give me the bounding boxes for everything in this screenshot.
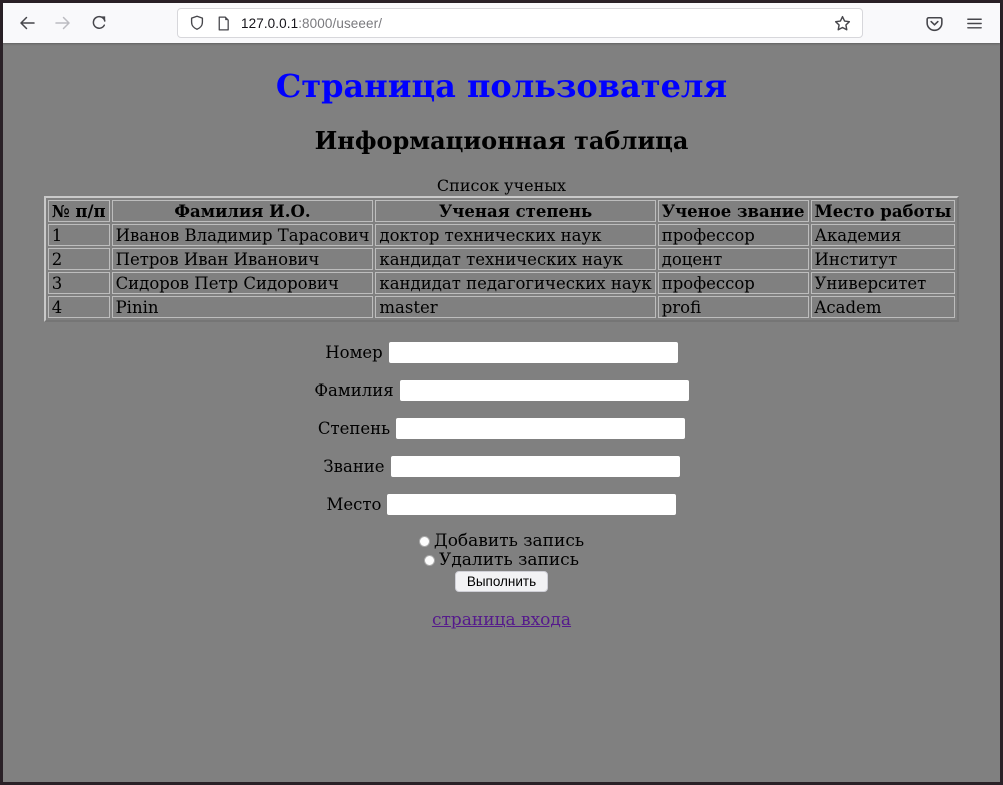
table-cell: Pinin (112, 296, 374, 318)
table-cell: Сидоров Петр Сидорович (112, 272, 374, 294)
column-header-title: Ученое звание (658, 200, 809, 222)
radio-add-record[interactable] (419, 536, 430, 547)
column-header-number: № п/п (48, 200, 110, 222)
column-header-surname: Фамилия И.О. (112, 200, 374, 222)
degree-field[interactable] (396, 418, 685, 439)
table-cell: master (375, 296, 655, 318)
table-cell: кандидат педагогических наук (375, 272, 655, 294)
shield-icon[interactable] (188, 14, 206, 32)
link-row: страница входа (3, 610, 1000, 630)
radio-delete-label: Удалить запись (439, 551, 579, 570)
table-cell: Университет (811, 272, 956, 294)
surname-field[interactable] (400, 380, 689, 401)
execute-button[interactable]: Выполнить (455, 571, 548, 592)
column-header-workplace: Место работы (811, 200, 956, 222)
table-cell: Академия (811, 224, 956, 246)
table-cell: кандидат технических наук (375, 248, 655, 270)
table-cell: профессор (658, 272, 809, 294)
page-viewport: Страница пользователя Информационная таб… (3, 43, 1000, 782)
form-row: Место (3, 494, 1000, 515)
table-cell: Academ (811, 296, 956, 318)
browser-window: 127.0.0.1:8000/useeer/ Страница пользова… (0, 0, 1003, 785)
record-form: Номер Фамилия Степень Звание Место (3, 342, 1000, 592)
number-label: Номер (325, 343, 382, 362)
page-title: Страница пользователя (3, 67, 1000, 105)
reload-icon (89, 13, 109, 33)
bookmark-button[interactable] (833, 14, 852, 33)
column-header-degree: Ученая степень (375, 200, 655, 222)
table-cell: Петров Иван Иванович (112, 248, 374, 270)
url-path: :8000/useeer/ (298, 16, 382, 31)
form-row: Фамилия (3, 380, 1000, 401)
table-cell: 3 (48, 272, 110, 294)
title-field[interactable] (391, 456, 680, 477)
url-bar[interactable]: 127.0.0.1:8000/useeer/ (177, 8, 863, 38)
number-field[interactable] (389, 342, 678, 363)
radio-add-label: Добавить запись (434, 532, 584, 551)
table-cell: профессор (658, 224, 809, 246)
back-arrow-icon (17, 13, 37, 33)
form-row: Номер (3, 342, 1000, 363)
page-icon[interactable] (215, 15, 232, 32)
table-cell: доцент (658, 248, 809, 270)
table-cell: profi (658, 296, 809, 318)
place-field[interactable] (387, 494, 676, 515)
table-cell: Иванов Владимир Тарасович (112, 224, 374, 246)
back-button[interactable] (11, 8, 43, 38)
login-page-link[interactable]: страница входа (432, 610, 571, 630)
place-label: Место (327, 495, 382, 514)
radio-row-add: Добавить запись (3, 532, 1000, 551)
surname-label: Фамилия (314, 381, 393, 400)
forward-arrow-icon (53, 13, 73, 33)
table-cell: 1 (48, 224, 110, 246)
table-row: 2 Петров Иван Иванович кандидат техничес… (48, 248, 956, 270)
radio-row-delete: Удалить запись (3, 551, 1000, 570)
table-cell: Институт (811, 248, 956, 270)
form-row: Степень (3, 418, 1000, 439)
table-cell: 4 (48, 296, 110, 318)
url-text: 127.0.0.1:8000/useeer/ (241, 16, 382, 31)
star-icon (833, 14, 852, 33)
table-row: 4 Pinin master profi Academ (48, 296, 956, 318)
browser-toolbar: 127.0.0.1:8000/useeer/ (3, 3, 1000, 43)
radio-delete-record[interactable] (424, 555, 435, 566)
url-host: 127.0.0.1 (241, 16, 298, 31)
table-row: 3 Сидоров Петр Сидорович кандидат педаго… (48, 272, 956, 294)
toolbar-right-icons (924, 13, 992, 34)
table-cell: 2 (48, 248, 110, 270)
button-row: Выполнить (3, 571, 1000, 592)
header-row: № п/п Фамилия И.О. Ученая степень Ученое… (48, 200, 956, 222)
table-row: 1 Иванов Владимир Тарасович доктор техни… (48, 224, 956, 246)
degree-label: Степень (318, 419, 390, 438)
title-label: Звание (323, 457, 384, 476)
reload-button[interactable] (83, 8, 115, 38)
pocket-icon[interactable] (924, 13, 945, 34)
page-subtitle: Информационная таблица (3, 126, 1000, 155)
menu-icon[interactable] (965, 14, 984, 33)
forward-button[interactable] (47, 8, 79, 38)
table-cell: доктор технических наук (375, 224, 655, 246)
scientists-table: № п/п Фамилия И.О. Ученая степень Ученое… (44, 196, 960, 322)
table-caption: Список ученых (3, 176, 1000, 195)
form-row: Звание (3, 456, 1000, 477)
